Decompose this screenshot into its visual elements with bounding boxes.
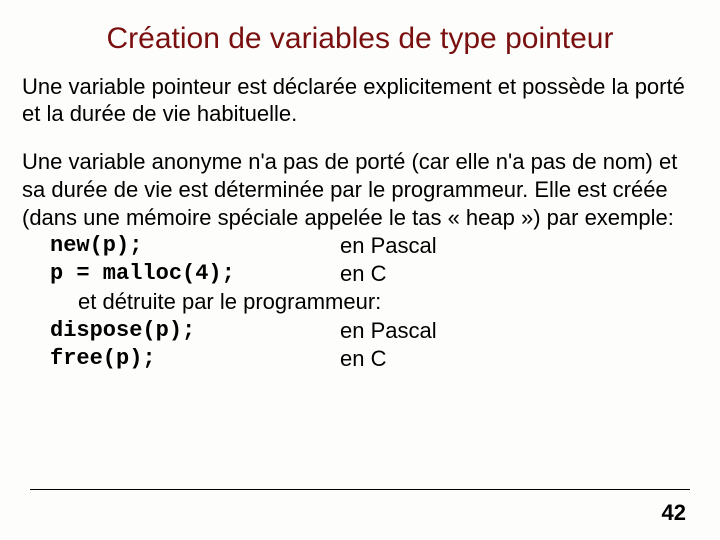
slide-title: Création de variables de type pointeur — [22, 22, 698, 56]
paragraph-2-mid: et détruite par le programmeur: — [22, 288, 698, 316]
paragraph-2-intro: Une variable anonyme n'a pas de porté (c… — [22, 148, 698, 232]
lang-destroy-1: en Pascal — [340, 317, 698, 345]
paragraph-2-block: Une variable anonyme n'a pas de porté (c… — [22, 148, 698, 373]
code-destroy-2: free(p); — [22, 345, 340, 373]
code-create-1: new(p); — [22, 232, 340, 260]
horizontal-rule — [30, 489, 690, 490]
lang-destroy-2: en C — [340, 345, 698, 373]
code-destroy-1: dispose(p); — [22, 317, 340, 345]
code-row-destroy-2: free(p); en C — [22, 345, 698, 373]
code-row-create-2: p = malloc(4); en C — [22, 260, 698, 288]
paragraph-1: Une variable pointeur est déclarée expli… — [22, 74, 698, 128]
code-row-create-1: new(p); en Pascal — [22, 232, 698, 260]
slide: Création de variables de type pointeur U… — [0, 0, 720, 540]
code-create-2: p = malloc(4); — [22, 260, 340, 288]
lang-create-1: en Pascal — [340, 232, 698, 260]
code-row-destroy-1: dispose(p); en Pascal — [22, 317, 698, 345]
page-number: 42 — [662, 500, 686, 526]
lang-create-2: en C — [340, 260, 698, 288]
